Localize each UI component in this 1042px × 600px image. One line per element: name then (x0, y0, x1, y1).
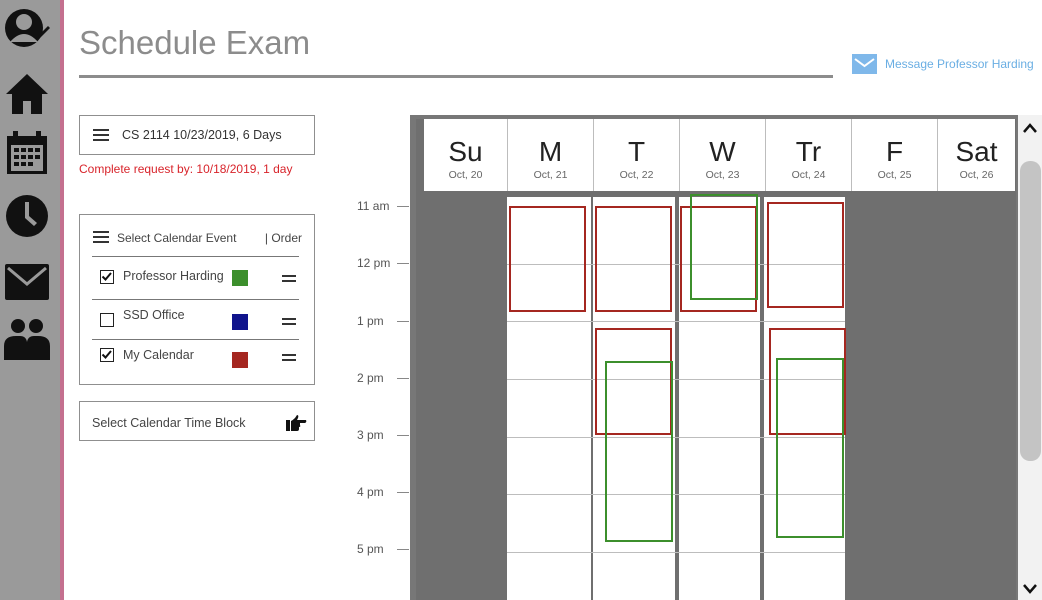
professor-harding-event[interactable] (776, 358, 844, 538)
checkbox-my-calendar[interactable] (100, 348, 114, 362)
people-icon[interactable] (4, 316, 50, 362)
checkbox-ssd-office[interactable] (100, 313, 114, 327)
time-label: 5 pm (357, 542, 384, 556)
home-icon[interactable] (4, 70, 50, 116)
course-request-selector[interactable]: CS 2114 10/23/2019, 6 Days (79, 115, 315, 155)
menu-icon[interactable] (93, 231, 109, 244)
day-name: F (885, 136, 904, 167)
time-label: 11 am (357, 199, 390, 213)
profile-edit-icon[interactable] (4, 6, 50, 52)
day-date: Oct, 24 (791, 169, 826, 181)
professor-harding-event[interactable] (690, 194, 758, 300)
day-date: Oct, 20 (448, 169, 483, 181)
day-name: W (709, 136, 736, 167)
day-header-friday[interactable]: F Oct, 25 (851, 119, 937, 191)
message-professor-link[interactable]: Message Professor Harding (852, 53, 1034, 75)
my-calendar-event[interactable] (509, 206, 586, 312)
time-tick (397, 549, 409, 550)
day-name: T (627, 136, 646, 167)
my-calendar-event[interactable] (595, 206, 672, 312)
day-header-monday[interactable]: M Oct, 21 (507, 119, 593, 191)
nav-rail-border (60, 0, 64, 600)
day-date: Oct, 22 (619, 169, 654, 181)
page-title: Schedule Exam (79, 24, 311, 61)
time-tick (397, 492, 409, 493)
course-request-label: CS 2114 10/23/2019, 6 Days (122, 128, 282, 142)
week-calendar: Su Oct, 20 M Oct, 21 T Oct, 22 W Oct, 23… (410, 115, 1018, 600)
day-name: Tr (795, 136, 822, 167)
nav-rail (0, 0, 60, 600)
calendar-body: Su Oct, 20 M Oct, 21 T Oct, 22 W Oct, 23… (416, 119, 1016, 600)
hour-gridline (507, 321, 845, 322)
day-header-tuesday[interactable]: T Oct, 22 (593, 119, 679, 191)
day-name: Su (448, 136, 483, 167)
calendar-scrollbar[interactable] (1018, 115, 1042, 600)
color-swatch (232, 314, 248, 330)
drag-handle-icon[interactable] (282, 318, 296, 326)
time-tick (397, 206, 409, 207)
time-tick (397, 378, 409, 379)
time-tick (397, 321, 409, 322)
day-name: M (538, 136, 563, 167)
chevron-up-icon[interactable] (1022, 121, 1038, 133)
pointing-hand-icon (285, 414, 307, 432)
time-label: 4 pm (357, 485, 384, 499)
day-date: Oct, 23 (705, 169, 740, 181)
checkbox-professor-harding[interactable] (100, 270, 114, 284)
clock-icon[interactable] (4, 193, 50, 239)
event-row-professor-harding: Professor Harding (92, 256, 299, 295)
drag-handle-icon[interactable] (282, 354, 296, 362)
day-header-thursday[interactable]: Tr Oct, 24 (765, 119, 851, 191)
menu-icon (93, 129, 109, 142)
my-calendar-event[interactable] (767, 202, 844, 308)
time-block-label: Select Calendar Time Block (92, 416, 246, 430)
color-swatch (232, 270, 248, 286)
day-header-sunday[interactable]: Su Oct, 20 (424, 119, 507, 191)
calendar-icon[interactable] (4, 130, 50, 176)
calendar-event-panel: Select Calendar Event | Order Professor … (79, 214, 315, 385)
hour-gridline (507, 552, 845, 553)
color-swatch (232, 352, 248, 368)
message-professor-label: Message Professor Harding (885, 57, 1034, 71)
professor-harding-event[interactable] (605, 361, 673, 542)
time-tick (397, 435, 409, 436)
event-row-ssd-office: SSD Office (92, 299, 299, 338)
event-label: SSD Office (123, 308, 185, 322)
day-date: Oct, 25 (877, 169, 912, 181)
calendar-header: Su Oct, 20 M Oct, 21 T Oct, 22 W Oct, 23… (424, 119, 1015, 191)
drag-handle-icon[interactable] (282, 275, 296, 283)
scrollbar-thumb[interactable] (1020, 161, 1041, 461)
order-label[interactable]: | Order (265, 231, 302, 245)
event-label: Professor Harding (123, 269, 224, 283)
mail-icon[interactable] (4, 259, 50, 305)
day-date: Oct, 21 (533, 169, 568, 181)
time-label: 3 pm (357, 428, 384, 442)
event-label: My Calendar (123, 348, 194, 362)
time-label: 2 pm (357, 371, 384, 385)
time-block-selector[interactable]: Select Calendar Time Block (79, 401, 315, 441)
chevron-down-icon[interactable] (1022, 582, 1038, 594)
title-divider (79, 75, 833, 78)
deadline-notice: Complete request by: 10/18/2019, 1 day (79, 162, 293, 176)
day-name: Sat (955, 136, 998, 167)
time-label: 12 pm (357, 256, 391, 270)
time-tick (397, 263, 409, 264)
event-row-my-calendar: My Calendar (92, 339, 299, 378)
day-header-saturday[interactable]: Sat Oct, 26 (937, 119, 1015, 191)
envelope-icon (852, 54, 877, 74)
day-date: Oct, 26 (959, 169, 994, 181)
day-header-wednesday[interactable]: W Oct, 23 (679, 119, 765, 191)
time-label: 1 pm (357, 314, 384, 328)
event-panel-title: Select Calendar Event (117, 231, 237, 245)
